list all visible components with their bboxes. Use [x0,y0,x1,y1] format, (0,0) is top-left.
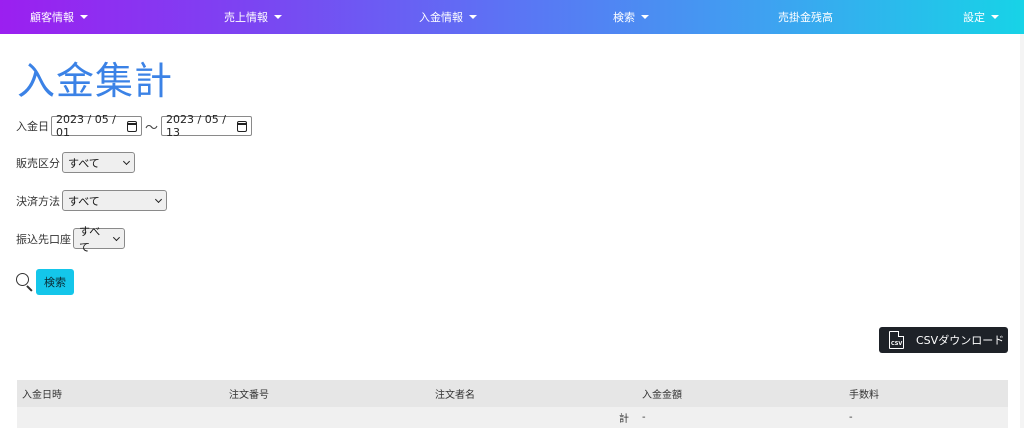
nav-receivables-balance-label: 売掛金残高 [778,11,833,24]
payment-date-label: 入金日 [16,120,49,133]
nav-settings-label: 設定 [963,11,985,24]
payment-date-row: 入金日 2023 / 05 / 01 〜 2023 / 05 / 13 [16,113,253,139]
page-title: 入金集計 [17,59,174,103]
calendar-icon[interactable] [127,120,137,132]
total-fee: - [849,412,853,423]
payment-method-label: 決済方法 [16,194,60,208]
date-to-input[interactable]: 2023 / 05 / 13 [161,113,253,139]
page-scrollbar[interactable] [1020,34,1024,428]
caret-down-icon [991,15,999,19]
sales-category-select[interactable]: すべて [62,152,135,173]
header-fee: 手数料 [849,390,879,401]
search-icon [15,271,35,293]
payment-summary-table: 入金日時 注文番号 注文者名 入金金額 手数料 計 - - [17,380,1008,428]
nav-customer-info[interactable]: 顧客情報 [30,0,88,34]
sales-category-row: 販売区分 すべて [16,152,135,173]
header-orderer-name: 注文者名 [435,390,475,401]
payment-method-select[interactable]: すべて [62,190,167,211]
csv-download-label: CSVダウンロード [916,334,1005,347]
csv-download-button[interactable]: CSV CSVダウンロード [879,327,1008,353]
top-navbar: 顧客情報 売上情報 入金情報 検索 売掛金残高 設定 [0,0,1024,34]
header-payment-amount: 入金金額 [642,390,682,401]
nav-settings[interactable]: 設定 [963,0,999,34]
table-total-row: 計 - - [17,407,1008,428]
total-label: 計 [619,414,629,425]
nav-sales-info[interactable]: 売上情報 [224,0,282,34]
header-order-number: 注文番号 [229,390,269,401]
search-row: 検索 [15,269,74,295]
chevron-down-icon [154,195,163,203]
csv-icon-text: CSV [891,341,903,347]
caret-down-icon [469,15,477,19]
total-amount: - [642,412,646,423]
nav-search-label: 検索 [613,11,635,24]
transfer-account-row: 振込先口座 すべて [16,225,125,254]
csv-file-icon: CSV [889,331,904,349]
nav-customer-info-label: 顧客情報 [30,11,74,24]
sales-category-value: すべて [68,156,100,170]
caret-down-icon [641,15,649,19]
nav-payment-info-label: 入金情報 [419,11,463,24]
caret-down-icon [274,15,282,19]
payment-method-value: すべて [68,194,100,208]
transfer-account-label: 振込先口座 [16,232,71,246]
chevron-down-icon [122,157,131,165]
header-payment-datetime: 入金日時 [22,390,62,401]
chevron-down-icon [113,233,121,241]
table-header: 入金日時 注文番号 注文者名 入金金額 手数料 [17,380,1008,407]
nav-receivables-balance[interactable]: 売掛金残高 [778,0,833,34]
date-separator: 〜 [145,120,159,136]
calendar-icon[interactable] [237,120,248,132]
search-button[interactable]: 検索 [36,269,74,295]
nav-search[interactable]: 検索 [613,0,649,34]
transfer-account-value: すべて [79,224,101,254]
date-from-value: 2023 / 05 / 01 [56,113,116,139]
date-to-value: 2023 / 05 / 13 [166,113,226,139]
nav-sales-info-label: 売上情報 [224,11,268,24]
transfer-account-select[interactable]: すべて [73,225,125,254]
sales-category-label: 販売区分 [16,156,60,170]
date-from-input[interactable]: 2023 / 05 / 01 [51,113,142,139]
payment-method-row: 決済方法 すべて [16,190,167,211]
nav-payment-info[interactable]: 入金情報 [419,0,477,34]
caret-down-icon [80,15,88,19]
